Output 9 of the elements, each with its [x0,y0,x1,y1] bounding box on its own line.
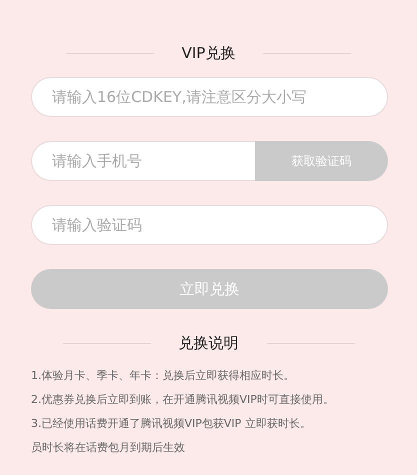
note-text: 员时长将在话费包月到期后生效 [31,440,186,456]
note-text: 1.体验月卡、季卡、年卡：兑换后立即获得相应时长。 [31,368,296,384]
section-title: VIP兑换 [182,44,236,62]
input-field[interactable]: 请输入验证码 [31,205,388,245]
note-text: 3.已经使用话费开通了腾讯视频VIP包获VIP 立即获时长。 [31,416,312,432]
input-field[interactable]: 请输入16位CDKEY,请注意区分大小写 [31,77,388,117]
input-field[interactable]: 请输入手机号 [31,141,255,181]
section-title: 兑换说明 [178,334,238,352]
note-text: 2.优惠券兑换后立即到账，在开通腾讯视频VIP时可直接使用。 [31,392,335,408]
